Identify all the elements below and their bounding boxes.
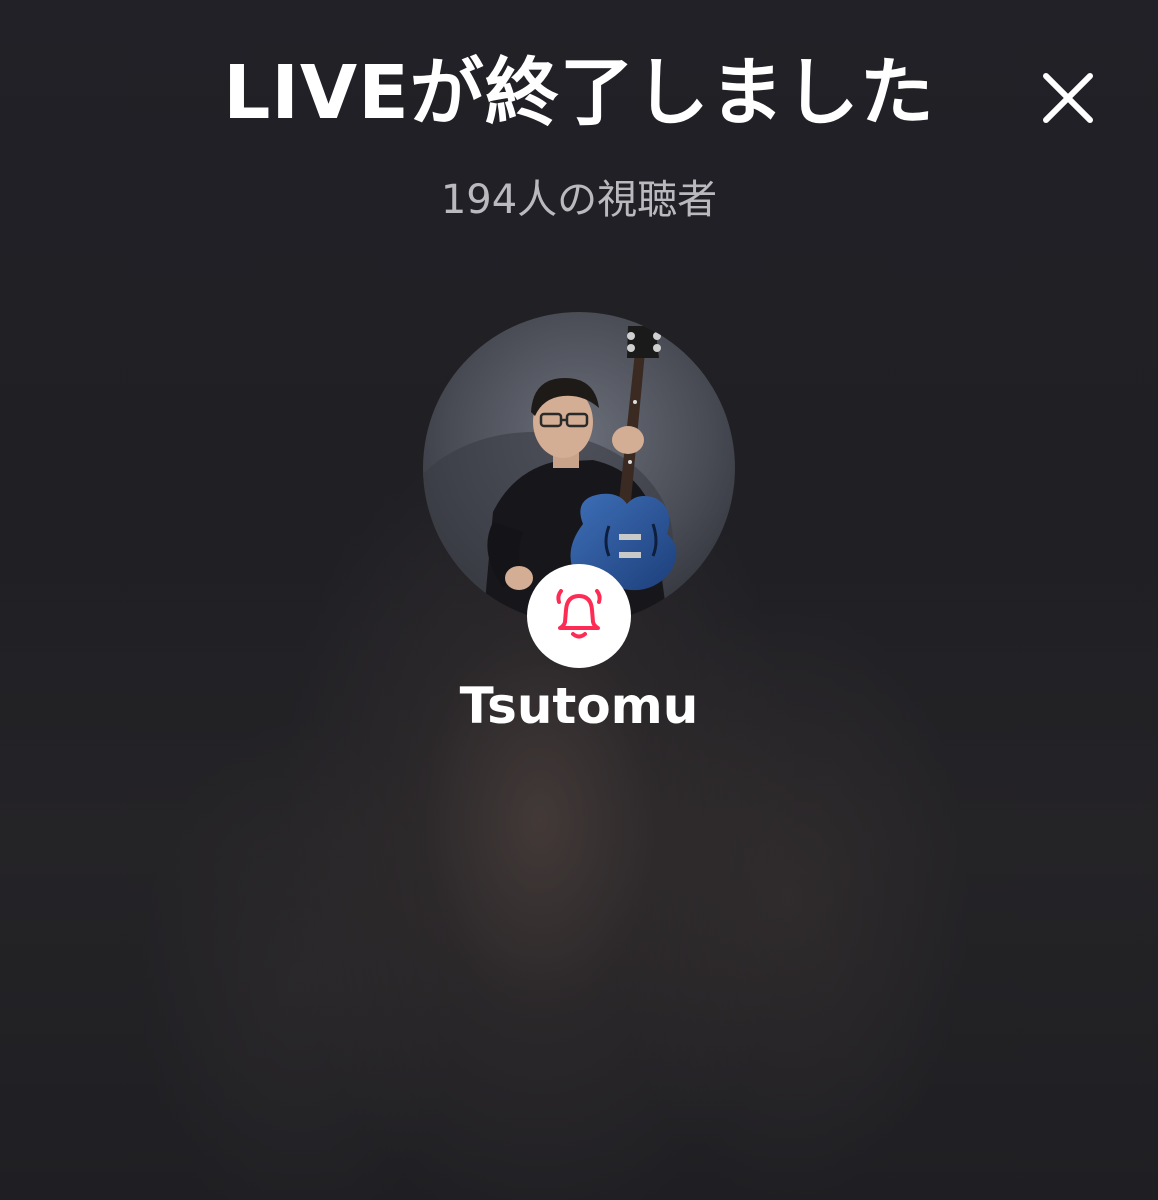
- notify-button[interactable]: [527, 564, 631, 668]
- bell-icon: [556, 589, 602, 639]
- host-username[interactable]: Tsutomu: [0, 676, 1158, 736]
- close-icon: [1043, 73, 1093, 123]
- page-title: LIVEが終了しました: [223, 50, 935, 136]
- viewer-count: 194人の視聴者: [440, 177, 718, 223]
- close-button[interactable]: [1032, 62, 1104, 134]
